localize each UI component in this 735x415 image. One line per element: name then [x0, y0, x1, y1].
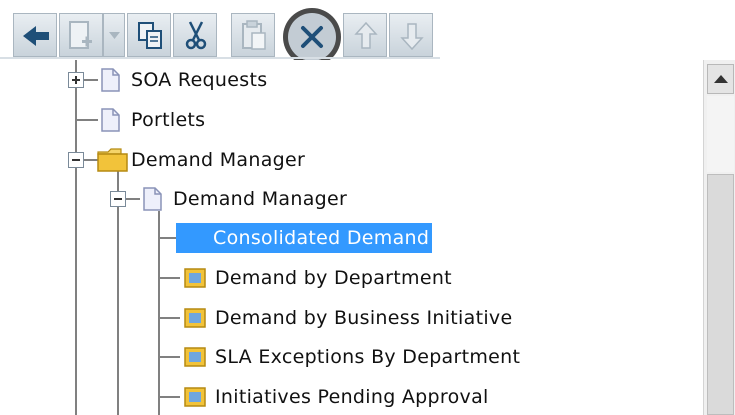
page-icon [101, 68, 120, 92]
vertical-scrollbar[interactable] [703, 60, 735, 415]
expand-toggle[interactable] [68, 72, 84, 88]
tree-node-label: SLA Exceptions By Department [215, 346, 521, 368]
tree-node-label: Consolidated Demand [176, 223, 433, 253]
new-document-dropdown[interactable] [103, 13, 125, 57]
move-up-button[interactable] [343, 13, 387, 57]
tree-node-label: Demand by Business Initiative [215, 307, 513, 329]
collapse-toggle[interactable] [68, 152, 84, 168]
tree-node-label: Initiatives Pending Approval [215, 386, 489, 408]
collapse-toggle[interactable] [110, 191, 126, 207]
scroll-thumb[interactable] [707, 174, 734, 415]
tree-node-label: Demand Manager [173, 188, 348, 210]
cut-icon [185, 21, 207, 50]
portlet-icon [184, 347, 206, 367]
new-document-button[interactable] [59, 13, 103, 57]
page-icon [143, 187, 162, 211]
move-down-button[interactable] [389, 13, 433, 57]
portlet-icon [184, 268, 206, 288]
tree-node-label: Demand Manager [131, 149, 306, 171]
back-button[interactable] [13, 13, 57, 57]
paste-icon [242, 20, 266, 50]
chevron-down-icon [109, 32, 120, 39]
toolbar [0, 0, 735, 66]
copy-icon [138, 22, 162, 49]
arrow-up-icon [354, 21, 378, 49]
page-icon [101, 108, 120, 132]
scroll-up-button[interactable] [707, 64, 734, 94]
scroll-track[interactable] [707, 96, 734, 172]
cut-button[interactable] [173, 13, 217, 57]
portlet-icon [184, 387, 206, 407]
portlet-icon [184, 308, 206, 328]
folder-open-icon [97, 148, 128, 172]
tree-node-label: SOA Requests [131, 69, 268, 91]
tree-view: SOA Requests Portlets Demand Manager Dem… [0, 60, 703, 415]
paste-button[interactable] [231, 13, 275, 57]
tree-node-label: Portlets [131, 109, 206, 131]
back-arrow-icon [23, 26, 49, 46]
new-document-icon [69, 21, 92, 49]
arrow-down-icon [400, 23, 424, 51]
tree-node-label: Demand by Department [215, 267, 452, 289]
copy-button[interactable] [127, 13, 171, 57]
